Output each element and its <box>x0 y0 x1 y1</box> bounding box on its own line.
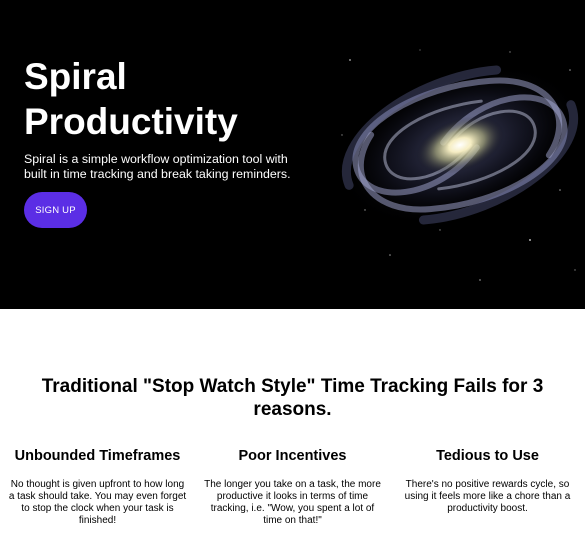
reason-title: Poor Incentives <box>238 448 347 464</box>
reasons-list: Unbounded Timeframes No thought is given… <box>0 447 585 527</box>
reason-card-unbounded-timeframes: Unbounded Timeframes No thought is given… <box>0 447 195 527</box>
page-title: Spiral Productivity <box>24 56 238 142</box>
hero-section: Spiral Productivity Spiral is a simple w… <box>0 0 585 309</box>
reason-card-tedious-to-use: Tedious to Use There's no positive rewar… <box>390 447 585 527</box>
reasons-heading: Traditional "Stop Watch Style" Time Trac… <box>41 376 544 420</box>
reason-title: Unbounded Timeframes <box>14 448 181 464</box>
sign-up-button[interactable]: SIGN UP <box>24 192 87 228</box>
spiral-galaxy-image <box>330 40 585 300</box>
reason-card-poor-incentives: Poor Incentives The longer you take on a… <box>195 447 390 527</box>
hero-description: Spiral is a simple workflow optimization… <box>24 152 291 181</box>
reason-title: Tedious to Use <box>436 448 539 464</box>
reason-description: The longer you take on a task, the more … <box>204 479 381 526</box>
reason-description: There's no positive rewards cycle, so us… <box>404 479 571 514</box>
reason-description: No thought is given upfront to how long … <box>8 479 187 526</box>
